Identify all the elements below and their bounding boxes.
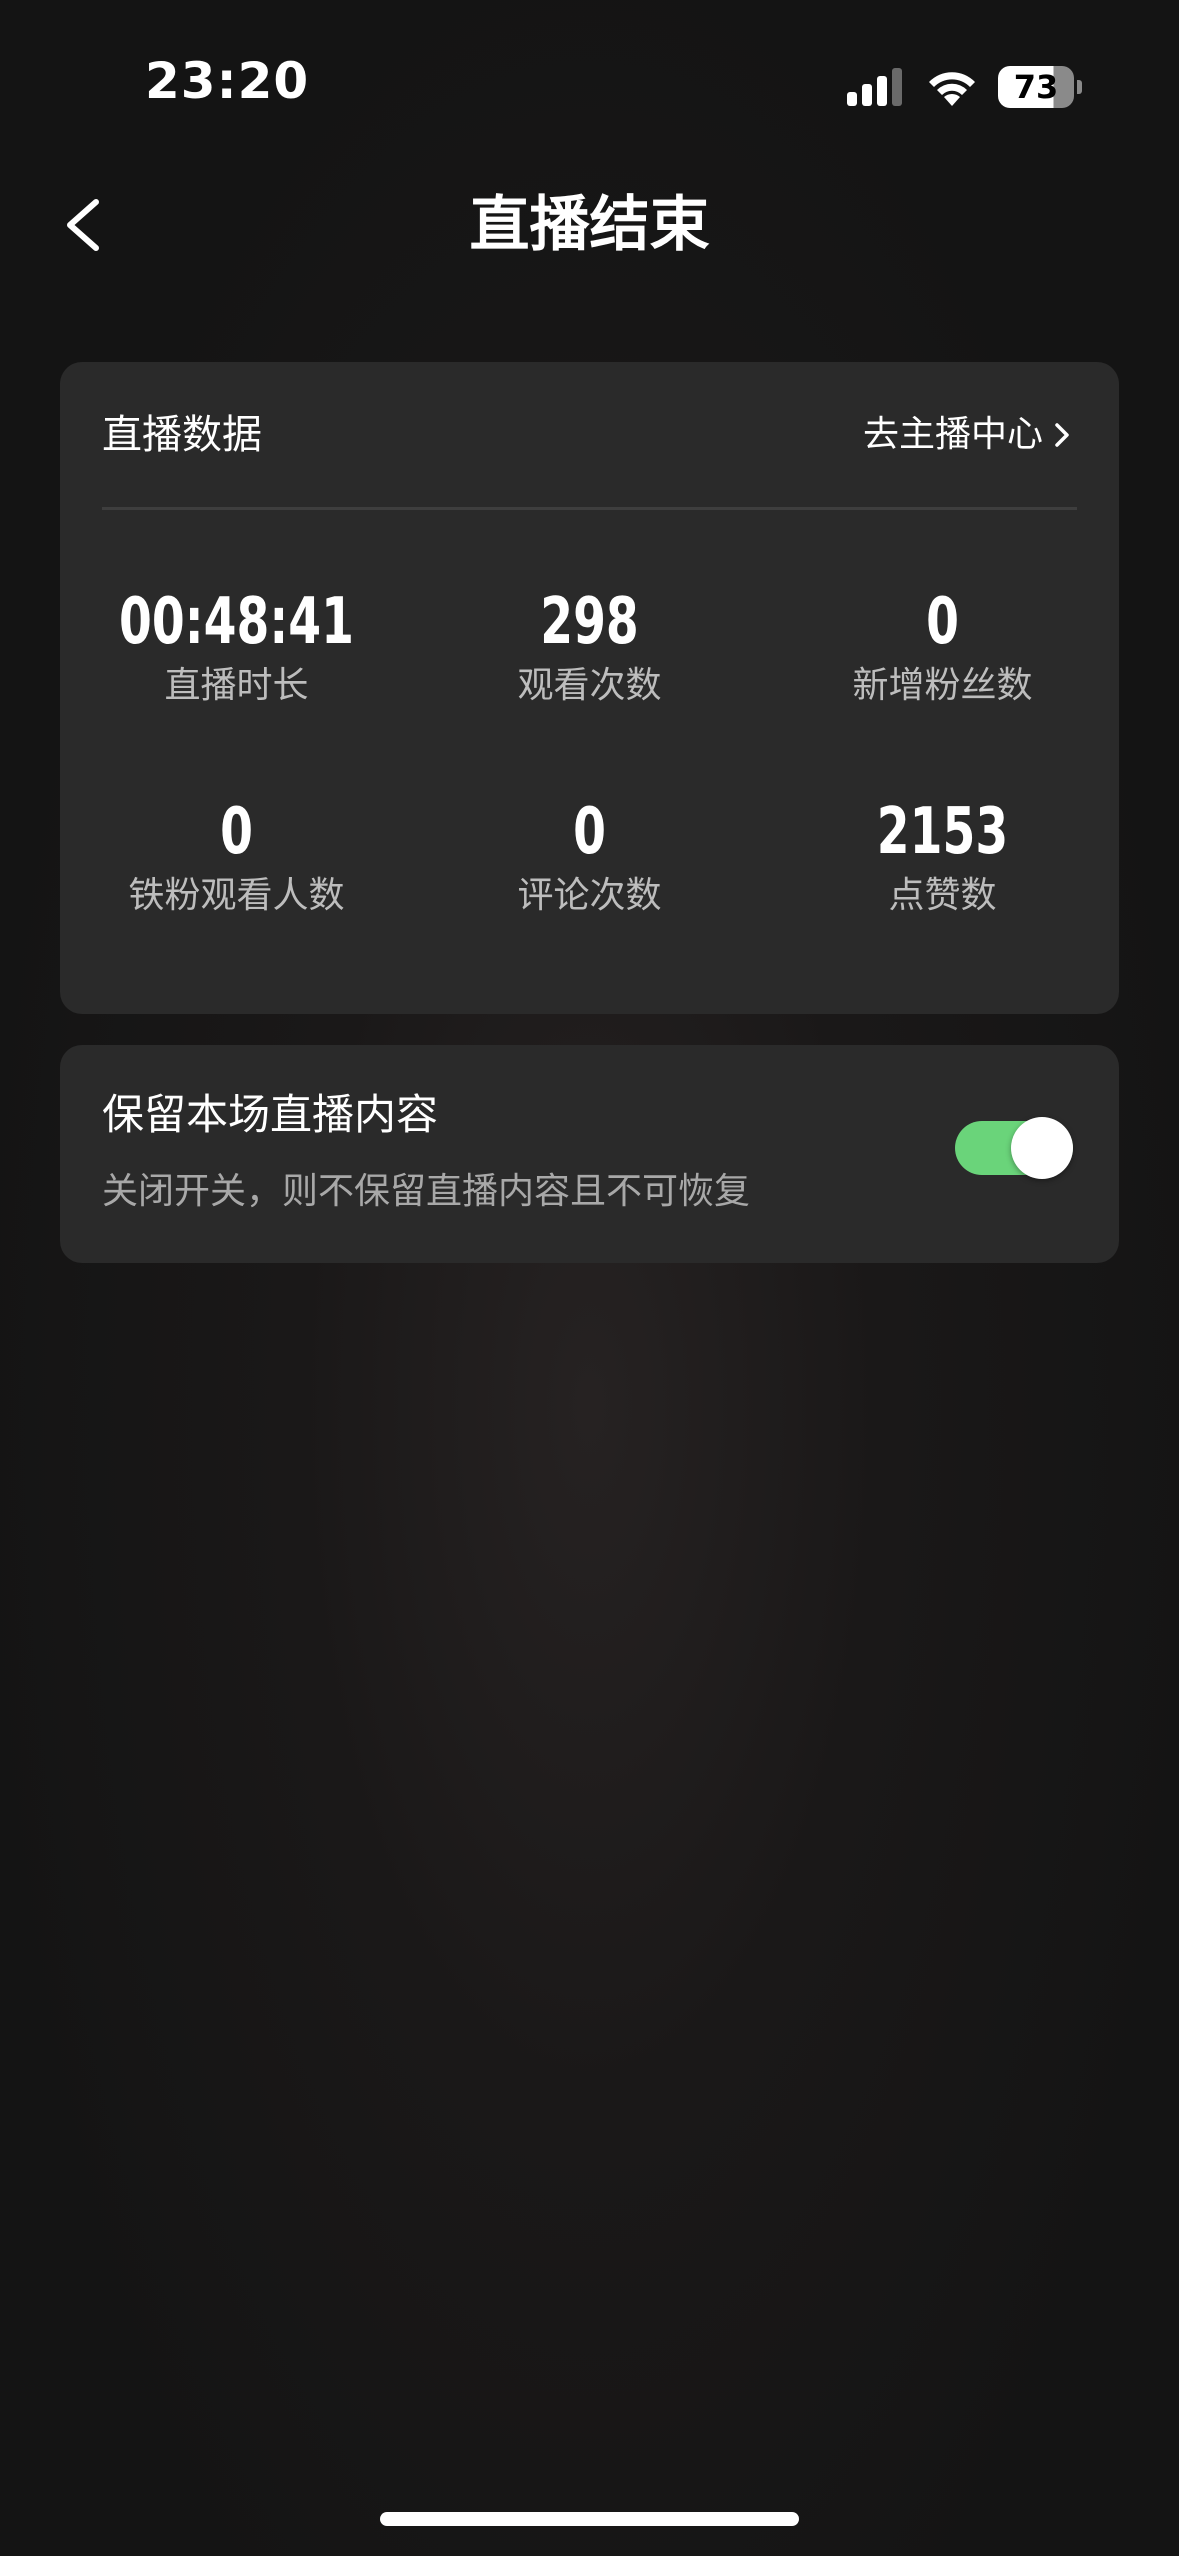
toggle-knob xyxy=(1011,1117,1073,1179)
retain-content-title: 保留本场直播内容 xyxy=(102,1090,439,1139)
battery-icon: 73 xyxy=(998,66,1082,108)
wifi-icon xyxy=(929,72,975,106)
stat-live-duration: 00:48:41 直播时长 xyxy=(60,584,413,708)
stat-value: 00:48:41 xyxy=(119,585,354,659)
stat-value: 0 xyxy=(220,795,253,869)
card-divider xyxy=(102,507,1077,510)
stat-loyal-fan-viewers: 0 铁粉观看人数 xyxy=(60,794,413,918)
stat-label: 评论次数 xyxy=(517,875,662,916)
stat-comment-count: 0 评论次数 xyxy=(413,794,766,918)
retain-content-description: 关闭开关，则不保留直播内容且不可恢复 xyxy=(102,1171,751,1212)
page-title: 直播结束 xyxy=(469,190,710,260)
retain-content-toggle[interactable] xyxy=(955,1117,1073,1179)
stat-label: 新增粉丝数 xyxy=(852,665,1033,706)
battery-cap xyxy=(1077,80,1082,94)
battery-level: 73 xyxy=(1013,68,1059,106)
stat-value: 0 xyxy=(573,795,606,869)
anchor-center-link[interactable]: 去主播中心 xyxy=(863,410,1073,460)
home-indicator[interactable] xyxy=(380,2512,799,2526)
stat-view-count: 298 观看次数 xyxy=(413,584,766,708)
status-time: 23:20 xyxy=(145,52,310,110)
stat-label: 铁粉观看人数 xyxy=(128,875,345,916)
stat-value: 2153 xyxy=(876,795,1009,869)
stat-label: 直播时长 xyxy=(164,665,309,706)
live-stats-card: 直播数据 去主播中心 00:48:41 直播时长 298 观看次数 0 新增粉丝… xyxy=(60,362,1119,1014)
nav-bar: 直播结束 xyxy=(0,170,1179,280)
stat-label: 点赞数 xyxy=(888,875,997,916)
stat-like-count: 2153 点赞数 xyxy=(766,794,1119,918)
stat-value: 298 xyxy=(540,585,639,659)
stat-new-followers: 0 新增粉丝数 xyxy=(766,584,1119,708)
anchor-center-link-label: 去主播中心 xyxy=(862,414,1043,455)
stat-label: 观看次数 xyxy=(517,665,662,706)
cellular-signal-icon xyxy=(847,68,902,106)
live-stats-header: 直播数据 xyxy=(102,412,262,458)
retain-content-card: 保留本场直播内容 关闭开关，则不保留直播内容且不可恢复 xyxy=(60,1045,1119,1263)
status-bar: 23:20 73 xyxy=(0,0,1179,170)
chevron-right-icon xyxy=(1055,423,1069,447)
stat-value: 0 xyxy=(926,585,959,659)
